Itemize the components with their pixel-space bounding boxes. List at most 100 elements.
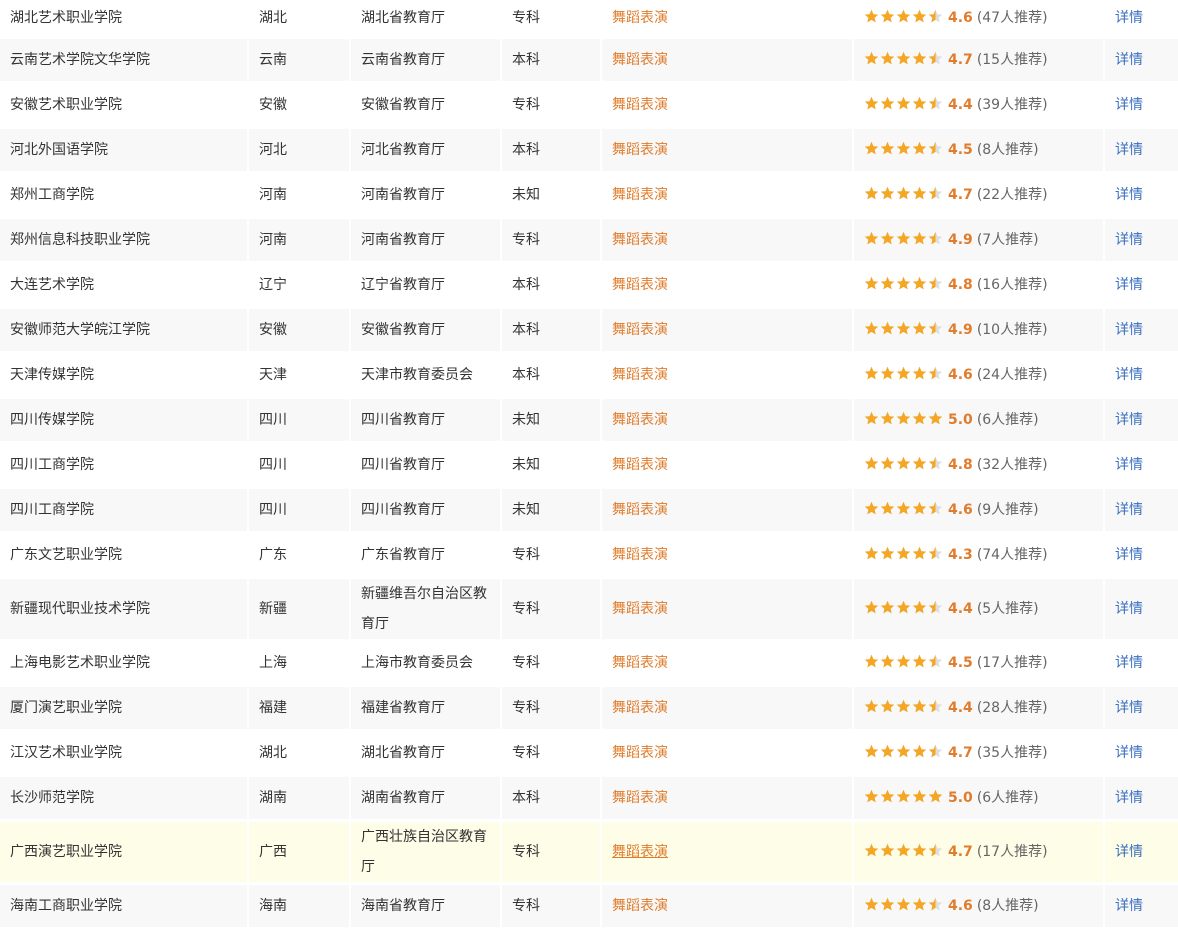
school-name: 海南工商职业学院: [10, 898, 122, 914]
detail-link[interactable]: 详情: [1115, 10, 1143, 26]
star-icon: [896, 456, 911, 471]
rating-score: 4.6: [948, 10, 973, 26]
department: 河北省教育厅: [361, 142, 445, 158]
detail-link[interactable]: 详情: [1115, 457, 1143, 473]
star-icon: [880, 96, 895, 111]
level: 专科: [512, 700, 540, 716]
star-icon: [880, 897, 895, 912]
detail-link[interactable]: 详情: [1115, 367, 1143, 383]
table-row: 四川工商学院 四川 四川省教育厅 未知 舞蹈表演 4.6 (9人推荐) 详情: [0, 489, 1178, 534]
major-link[interactable]: 舞蹈表演: [612, 187, 668, 203]
star-icon: [880, 141, 895, 156]
star-icon: [912, 843, 927, 858]
table-row: 河北外国语学院 河北 河北省教育厅 本科 舞蹈表演 4.5 (8人推荐) 详情: [0, 129, 1178, 174]
major-link[interactable]: 舞蹈表演: [612, 844, 668, 860]
major-link[interactable]: 舞蹈表演: [612, 97, 668, 113]
rating-stars: [864, 3, 944, 33]
star-icon: [864, 411, 879, 426]
star-icon: [928, 600, 943, 615]
level: 本科: [512, 790, 540, 806]
major-link[interactable]: 舞蹈表演: [612, 655, 668, 671]
detail-link[interactable]: 详情: [1115, 790, 1143, 806]
detail-link[interactable]: 详情: [1115, 187, 1143, 203]
star-icon: [912, 96, 927, 111]
major-link[interactable]: 舞蹈表演: [612, 898, 668, 914]
table-row: 广西演艺职业学院 广西 广西壮族自治区教育厅 专科 舞蹈表演 4.7 (17人推荐) 详情: [0, 822, 1178, 885]
recommend-count: (9人推荐): [976, 502, 1039, 518]
star-icon: [928, 276, 943, 291]
department: 天津市教育委员会: [361, 367, 473, 383]
rating-score: 4.7: [948, 52, 973, 68]
detail-link[interactable]: 详情: [1115, 97, 1143, 113]
star-icon: [864, 600, 879, 615]
department: 河南省教育厅: [361, 187, 445, 203]
school-name: 云南艺术学院文华学院: [10, 52, 150, 68]
department: 河南省教育厅: [361, 232, 445, 248]
major-link[interactable]: 舞蹈表演: [612, 232, 668, 248]
major-link[interactable]: 舞蹈表演: [612, 412, 668, 428]
department: 海南省教育厅: [361, 898, 445, 914]
major-link[interactable]: 舞蹈表演: [612, 790, 668, 806]
recommend-count: (32人推荐): [976, 457, 1048, 473]
recommend-count: (15人推荐): [976, 52, 1048, 68]
table-row: 天津传媒学院 天津 天津市教育委员会 本科 舞蹈表演 4.6 (24人推荐) 详情: [0, 354, 1178, 399]
star-icon: [864, 897, 879, 912]
detail-link[interactable]: 详情: [1115, 412, 1143, 428]
major-link[interactable]: 舞蹈表演: [612, 277, 668, 293]
star-icon: [928, 501, 943, 516]
detail-link[interactable]: 详情: [1115, 277, 1143, 293]
star-icon: [928, 411, 943, 426]
major-link[interactable]: 舞蹈表演: [612, 142, 668, 158]
detail-link[interactable]: 详情: [1115, 601, 1143, 617]
detail-link[interactable]: 详情: [1115, 322, 1143, 338]
detail-link[interactable]: 详情: [1115, 232, 1143, 248]
major-link[interactable]: 舞蹈表演: [612, 745, 668, 761]
major-link[interactable]: 舞蹈表演: [612, 322, 668, 338]
department: 新疆维吾尔自治区教育厅: [361, 586, 487, 632]
major-link[interactable]: 舞蹈表演: [612, 502, 668, 518]
major-link[interactable]: 舞蹈表演: [612, 367, 668, 383]
star-icon: [928, 789, 943, 804]
province: 湖北: [259, 745, 287, 761]
star-icon: [912, 456, 927, 471]
school-name: 河北外国语学院: [10, 142, 108, 158]
detail-link[interactable]: 详情: [1115, 142, 1143, 158]
detail-link[interactable]: 详情: [1115, 700, 1143, 716]
detail-link[interactable]: 详情: [1115, 547, 1143, 563]
star-icon: [912, 789, 927, 804]
rating-score: 4.6: [948, 367, 973, 383]
rating-stars: [864, 135, 944, 165]
star-icon: [928, 231, 943, 246]
star-icon: [880, 321, 895, 336]
major-link[interactable]: 舞蹈表演: [612, 457, 668, 473]
table-row: 新疆现代职业技术学院 新疆 新疆维吾尔自治区教育厅 专科 舞蹈表演 4.4 (5人推荐) 详情: [0, 579, 1178, 642]
major-link[interactable]: 舞蹈表演: [612, 700, 668, 716]
star-icon: [880, 501, 895, 516]
department: 湖北省教育厅: [361, 10, 445, 26]
major-link[interactable]: 舞蹈表演: [612, 601, 668, 617]
detail-link[interactable]: 详情: [1115, 502, 1143, 518]
star-icon: [912, 744, 927, 759]
detail-link[interactable]: 详情: [1115, 898, 1143, 914]
level: 未知: [512, 412, 540, 428]
province: 四川: [259, 502, 287, 518]
major-link[interactable]: 舞蹈表演: [612, 52, 668, 68]
province: 四川: [259, 412, 287, 428]
star-icon: [928, 366, 943, 381]
department: 广西壮族自治区教育厅: [361, 829, 487, 875]
table-row: 四川传媒学院 四川 四川省教育厅 未知 舞蹈表演 5.0 (6人推荐) 详情: [0, 399, 1178, 444]
level: 专科: [512, 10, 540, 26]
star-icon: [928, 51, 943, 66]
major-link[interactable]: 舞蹈表演: [612, 547, 668, 563]
detail-link[interactable]: 详情: [1115, 655, 1143, 671]
rating-stars: [864, 693, 944, 723]
detail-link[interactable]: 详情: [1115, 844, 1143, 860]
major-link[interactable]: 舞蹈表演: [612, 10, 668, 26]
star-icon: [912, 897, 927, 912]
level: 未知: [512, 457, 540, 473]
level: 专科: [512, 97, 540, 113]
detail-link[interactable]: 详情: [1115, 745, 1143, 761]
detail-link[interactable]: 详情: [1115, 52, 1143, 68]
table-row: 云南艺术学院文华学院 云南 云南省教育厅 本科 舞蹈表演 4.7 (15人推荐) 详情: [0, 39, 1178, 84]
star-icon: [880, 456, 895, 471]
